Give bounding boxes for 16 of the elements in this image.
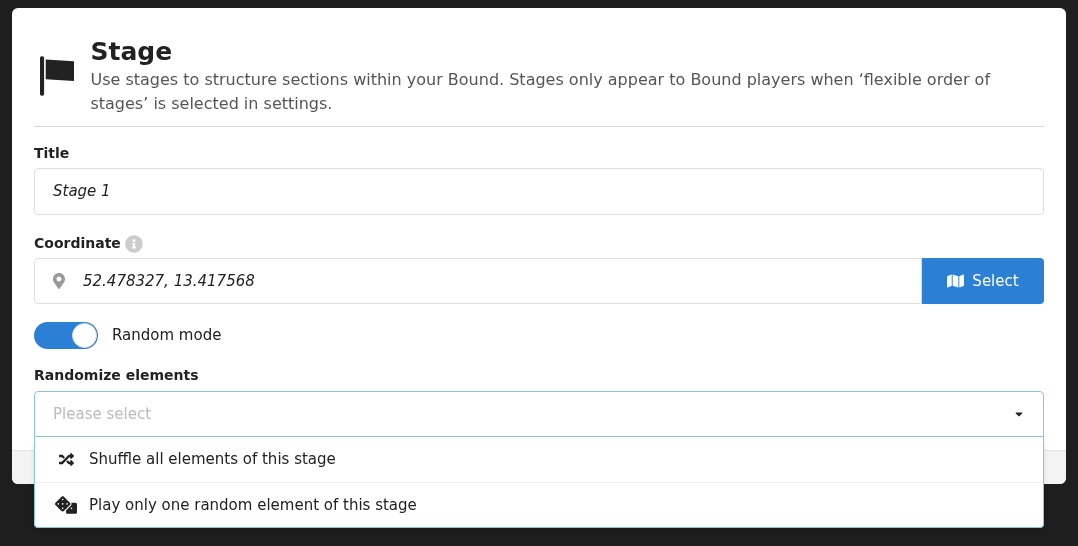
dice-icon xyxy=(55,496,77,514)
dropdown-option[interactable]: Shuffle all elements of this stage xyxy=(35,437,1043,482)
randomize-label: Randomize elements xyxy=(34,366,200,385)
title-label: Title xyxy=(34,144,71,163)
random-mode-toggle[interactable] xyxy=(34,322,98,349)
dropdown-option[interactable]: Play only one random element of this stage xyxy=(35,482,1043,527)
dialog-description: Use stages to structure sections within your Bound. Stages only appear to Bound players when ‘flexible order of stages’ is selected in settings. xyxy=(90,69,992,115)
coordinate-label: Coordinate xyxy=(34,234,121,253)
coordinate-input[interactable]: 52.478327, 13.417568 xyxy=(34,258,922,304)
select-button[interactable]: Select xyxy=(922,258,1044,304)
location-pin-icon xyxy=(53,273,65,289)
random-mode-label: Random mode xyxy=(112,325,222,347)
map-icon xyxy=(947,273,965,289)
dialog-title: Stage xyxy=(90,36,174,68)
title-input[interactable]: Stage 1 xyxy=(34,168,1044,215)
shuffle-icon xyxy=(58,452,74,467)
